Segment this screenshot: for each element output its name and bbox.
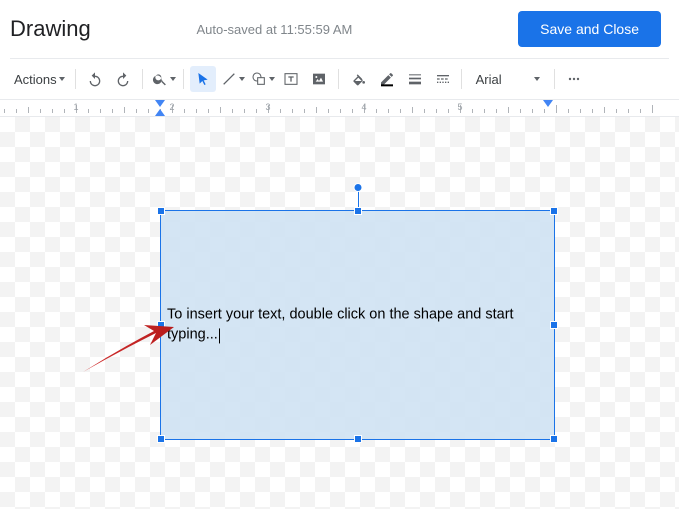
chevron-down-icon [59,77,65,81]
image-tool-button[interactable] [306,66,332,92]
divider [142,69,143,89]
save-and-close-button[interactable]: Save and Close [518,11,661,47]
border-dash-icon [435,71,451,87]
left-indent-marker[interactable] [155,100,165,107]
zoom-icon [152,71,168,87]
border-weight-icon [407,71,423,87]
chevron-down-icon [534,77,540,81]
border-color-icon [379,71,395,87]
fill-color-button[interactable] [345,66,371,92]
zoom-button[interactable] [149,66,177,92]
toolbar: Actions Arial [0,59,679,99]
divider [554,69,555,89]
border-weight-button[interactable] [401,66,427,92]
first-line-indent-marker[interactable] [155,109,165,116]
divider [75,69,76,89]
fill-color-icon [351,71,367,87]
shape-rectangle[interactable]: To insert your text, double click on the… [160,210,555,440]
chevron-down-icon [269,77,275,81]
actions-label: Actions [14,72,57,87]
font-family-select[interactable]: Arial [468,66,548,92]
chevron-down-icon [239,77,245,81]
shape-text[interactable]: To insert your text, double click on the… [167,305,548,344]
line-tool-button[interactable] [218,66,246,92]
redo-button[interactable] [110,66,136,92]
actions-menu[interactable]: Actions [10,66,69,92]
more-icon [566,71,582,87]
select-icon [195,71,211,87]
dialog-header: Drawing Auto-saved at 11:55:59 AM Save a… [0,0,679,58]
divider [338,69,339,89]
textbox-icon [283,71,299,87]
shape-icon [251,71,267,87]
rotation-handle[interactable] [353,183,362,192]
image-icon [311,71,327,87]
border-color-button[interactable] [373,66,399,92]
textbox-tool-button[interactable] [278,66,304,92]
drawing-canvas[interactable]: To insert your text, double click on the… [0,117,679,509]
divider [461,69,462,89]
text-caret [219,328,220,343]
autosave-status: Auto-saved at 11:55:59 AM [31,22,518,37]
shape-tool-button[interactable] [248,66,276,92]
rotation-line [358,189,359,211]
ruler[interactable]: 12345 [0,99,679,117]
select-tool-button[interactable] [190,66,216,92]
more-button[interactable] [561,66,587,92]
line-icon [221,71,237,87]
undo-button[interactable] [82,66,108,92]
border-dash-button[interactable] [429,66,455,92]
divider [183,69,184,89]
chevron-down-icon [170,77,176,81]
right-indent-marker[interactable] [543,100,553,107]
font-family-label: Arial [476,72,502,87]
undo-icon [87,71,103,87]
redo-icon [115,71,131,87]
